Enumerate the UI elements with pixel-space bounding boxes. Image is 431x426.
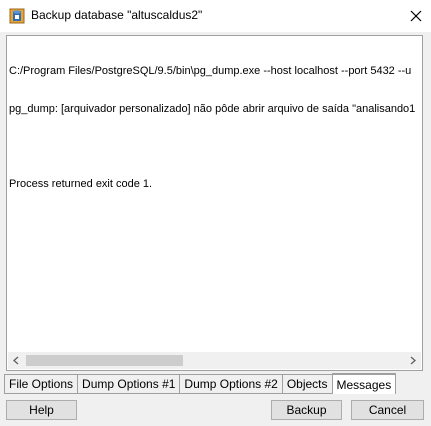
log-line: pg_dump: [arquivador personalizado] não … [9,102,416,115]
log-line: Process returned exit code 1. [9,177,153,190]
messages-log: C:/Program Files/PostgreSQL/9.5/bin\pg_d… [9,40,422,215]
tab-dump-options-1[interactable]: Dump Options #1 [77,374,181,394]
dialog-title: Backup database "altuscaldus2" [31,8,203,22]
tab-messages[interactable]: Messages [331,373,397,394]
cancel-button[interactable]: Cancel [351,400,424,420]
horizontal-scrollbar[interactable] [8,352,421,369]
messages-panel[interactable]: C:/Program Files/PostgreSQL/9.5/bin\pg_d… [6,35,423,371]
scroll-left-icon[interactable] [8,352,25,369]
scrollbar-thumb[interactable] [26,355,183,366]
help-button[interactable]: Help [6,400,77,420]
scroll-right-icon[interactable] [404,352,421,369]
tab-file-options[interactable]: File Options [4,374,79,394]
close-icon [410,10,422,22]
tab-strip: File Options Dump Options #1 Dump Option… [4,373,397,394]
backup-button[interactable]: Backup [271,400,342,420]
tab-objects[interactable]: Objects [281,374,333,394]
title-bar[interactable]: Backup database "altuscaldus2" [0,0,431,32]
backup-dialog: Backup database "altuscaldus2" C:/Progra… [0,0,431,426]
log-line: C:/Program Files/PostgreSQL/9.5/bin\pg_d… [9,65,412,77]
pgadmin-backup-icon [9,8,25,24]
close-button[interactable] [401,0,431,32]
tab-dump-options-2[interactable]: Dump Options #2 [179,374,283,394]
